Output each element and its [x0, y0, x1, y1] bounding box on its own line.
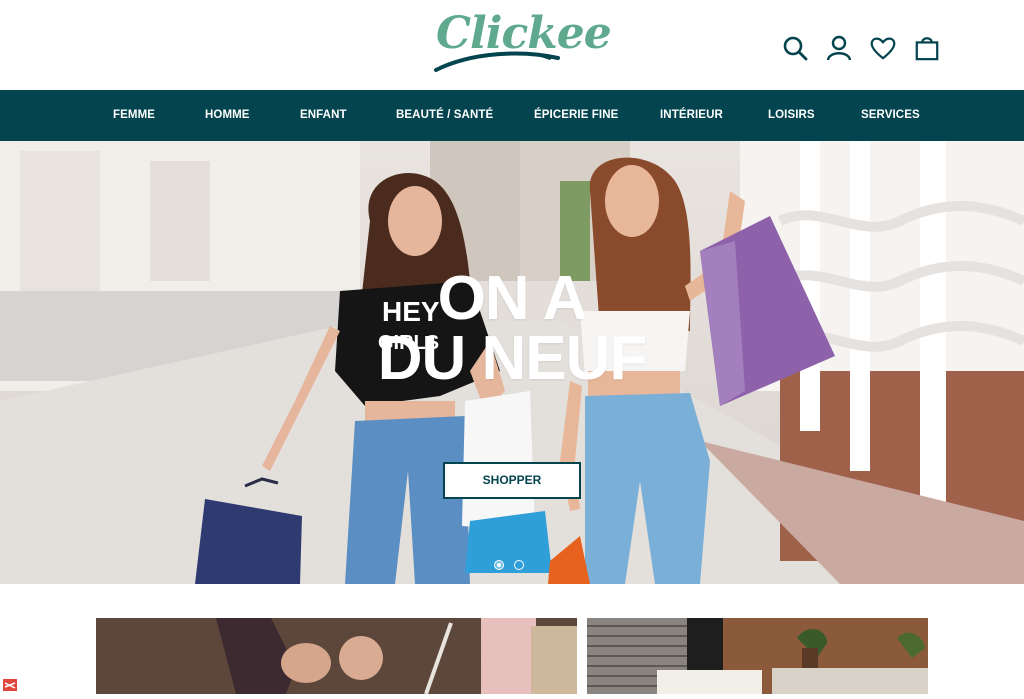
site-header: Clickee [0, 0, 1024, 90]
hero-title-line1: ON A [437, 264, 588, 333]
nav-item-enfant[interactable]: ENFANT [300, 90, 347, 141]
carousel-dot-1[interactable] [494, 560, 504, 570]
brand-logo[interactable]: Clickee [432, 6, 612, 76]
search-icon[interactable] [782, 34, 808, 62]
main-nav: FEMME HOMME ENFANT BEAUTÉ / SANTÉ ÉPICER… [0, 90, 1024, 141]
nav-item-beaute-sante[interactable]: BEAUTÉ / SANTÉ [396, 90, 493, 141]
nav-item-services[interactable]: SERVICES [861, 90, 920, 141]
bag-icon[interactable] [914, 34, 940, 62]
privacy-badge-icon[interactable] [0, 674, 20, 694]
promo-image-2 [587, 618, 928, 694]
nav-item-loisirs[interactable]: LOISIRS [768, 90, 815, 141]
carousel-dot-2[interactable] [514, 560, 524, 570]
user-icon[interactable] [826, 34, 852, 62]
heart-icon[interactable] [870, 34, 896, 62]
header-icons [782, 34, 940, 62]
promo-image-1 [96, 618, 577, 694]
hero-title-line2: DU NEUF [377, 324, 648, 393]
promo-card-1[interactable] [96, 618, 577, 694]
promo-card-2[interactable] [587, 618, 928, 694]
brand-name: Clickee [436, 8, 612, 59]
nav-item-homme[interactable]: HOMME [205, 90, 250, 141]
hero-title: ON A DU NEUF [0, 264, 1024, 393]
hero-banner: HEY GIRLS ON A DU NEUF SHOPPER [0, 141, 1024, 584]
nav-item-interieur[interactable]: INTÉRIEUR [660, 90, 723, 141]
nav-item-epicerie-fine[interactable]: ÉPICERIE FINE [534, 90, 618, 141]
carousel-dots [494, 560, 524, 570]
nav-item-femme[interactable]: FEMME [113, 90, 155, 141]
shopper-button[interactable]: SHOPPER [443, 462, 581, 499]
